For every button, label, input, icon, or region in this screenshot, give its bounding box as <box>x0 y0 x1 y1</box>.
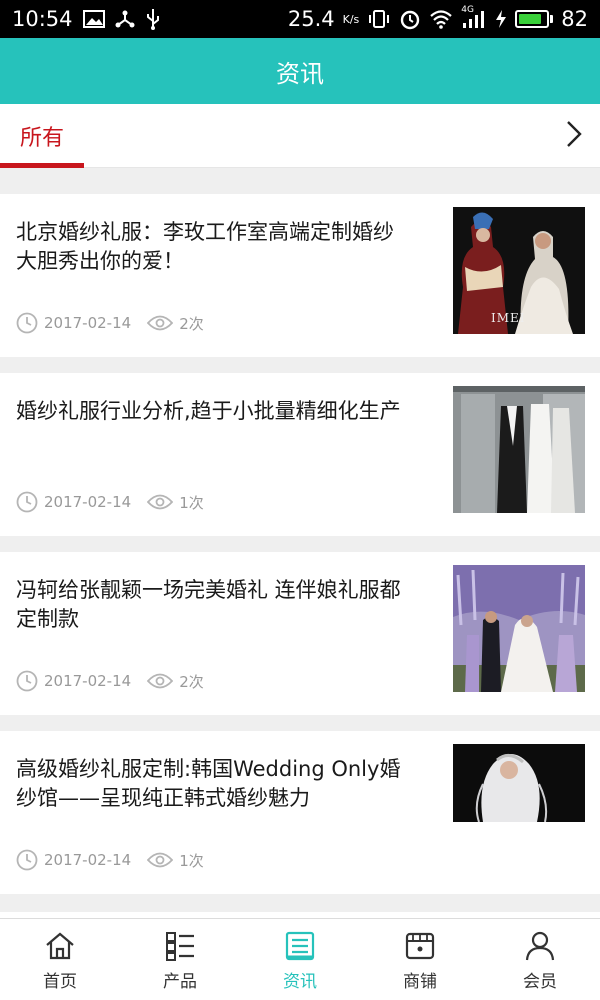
nav-news-label: 资讯 <box>283 971 317 992</box>
clock-icon <box>16 491 38 513</box>
eye-icon <box>147 672 174 690</box>
news-item[interactable]: 婚纱礼服行业分析,趋于小批量精细化生产 2017-02-14 1次 <box>0 373 600 536</box>
news-meta: 2017-02-14 2次 <box>16 312 204 334</box>
nav-store-label: 商铺 <box>403 971 437 992</box>
news-date: 2017-02-14 <box>44 314 132 332</box>
nav-member-label: 会员 <box>523 971 557 992</box>
usb-icon <box>145 8 161 30</box>
clock-icon <box>16 849 38 871</box>
news-thumbnail[interactable] <box>453 744 585 822</box>
news-thumbnail[interactable] <box>453 565 585 692</box>
network-speed-unit: K/s <box>342 12 360 26</box>
news-thumbnail[interactable]: IMEI <box>453 207 585 334</box>
store-icon <box>404 928 436 964</box>
thumbnail-caption: IMEI <box>491 311 526 325</box>
news-views: 1次 <box>179 493 204 512</box>
eye-icon <box>147 493 174 511</box>
battery-fill <box>519 14 541 24</box>
news-views: 1次 <box>179 851 204 870</box>
page-title: 资讯 <box>276 59 324 88</box>
nav-products[interactable]: 产品 <box>120 919 240 1000</box>
home-icon <box>44 928 76 964</box>
nav-store[interactable]: 商铺 <box>360 919 480 1000</box>
news-thumbnail[interactable] <box>453 386 585 513</box>
news-item[interactable]: 冯轲给张靓颖一场完美婚礼 连伴娘礼服都定制款 2017-02-14 2次 <box>0 552 600 715</box>
news-meta: 2017-02-14 1次 <box>16 849 204 871</box>
news-title: 冯轲给张靓颖一场完美婚礼 连伴娘礼服都定制款 <box>16 578 401 631</box>
news-item[interactable]: 北京婚纱礼服：李玫工作室高端定制婚纱 大胆秀出你的爱！ 2017-02-14 2… <box>0 194 600 357</box>
clock-icon <box>16 670 38 692</box>
news-title: 北京婚纱礼服：李玫工作室高端定制婚纱 大胆秀出你的爱！ <box>16 220 394 273</box>
news-date: 2017-02-14 <box>44 851 132 869</box>
wifi-icon <box>429 9 453 29</box>
charging-icon <box>495 9 507 29</box>
gallery-icon <box>82 10 105 28</box>
nav-home-label: 首页 <box>43 971 77 992</box>
news-title: 高级婚纱礼服定制:韩国Wedding Only婚纱馆——呈现纯正韩式婚纱魅力 <box>16 757 401 810</box>
clock-icon <box>16 312 38 334</box>
news-date: 2017-02-14 <box>44 493 132 511</box>
bottom-navigation: 首页 产品 资讯 商铺 会员 <box>0 918 600 1000</box>
nav-news[interactable]: 资讯 <box>240 919 360 1000</box>
news-icon <box>284 928 316 964</box>
app-header: 资讯 <box>0 38 600 104</box>
share-icon <box>115 9 135 29</box>
category-tab-strip: 所有 <box>0 104 600 168</box>
tab-all-label: 所有 <box>19 126 64 151</box>
nav-products-label: 产品 <box>163 971 197 992</box>
product-list-icon <box>164 928 196 964</box>
news-item[interactable]: 高级婚纱礼服定制:韩国Wedding Only婚纱馆——呈现纯正韩式婚纱魅力 2… <box>0 731 600 894</box>
nav-home[interactable]: 首页 <box>0 919 120 1000</box>
news-views: 2次 <box>179 672 204 691</box>
nav-member[interactable]: 会员 <box>480 919 600 1000</box>
signal-icon: 4G <box>461 5 487 29</box>
tab-more-button[interactable] <box>556 118 592 154</box>
user-icon <box>524 928 556 964</box>
battery-level: 82 <box>561 7 588 31</box>
eye-icon <box>147 314 174 332</box>
news-meta: 2017-02-14 2次 <box>16 670 204 692</box>
tab-active-indicator <box>0 163 84 168</box>
status-bar: 10:54 25.4 K/s 4G 82 <box>0 0 600 38</box>
vibrate-icon <box>367 9 391 29</box>
battery-icon <box>515 10 554 28</box>
status-time: 10:54 <box>12 7 73 31</box>
chevron-right-icon <box>564 119 584 153</box>
network-speed: 25.4 <box>287 7 335 31</box>
network-type: 4G <box>461 5 474 15</box>
news-views: 2次 <box>179 314 204 333</box>
news-date: 2017-02-14 <box>44 672 132 690</box>
alarm-icon <box>399 8 421 30</box>
tab-all[interactable]: 所有 <box>0 104 84 168</box>
eye-icon <box>147 851 174 869</box>
news-meta: 2017-02-14 1次 <box>16 491 204 513</box>
news-title: 婚纱礼服行业分析,趋于小批量精细化生产 <box>16 399 401 423</box>
